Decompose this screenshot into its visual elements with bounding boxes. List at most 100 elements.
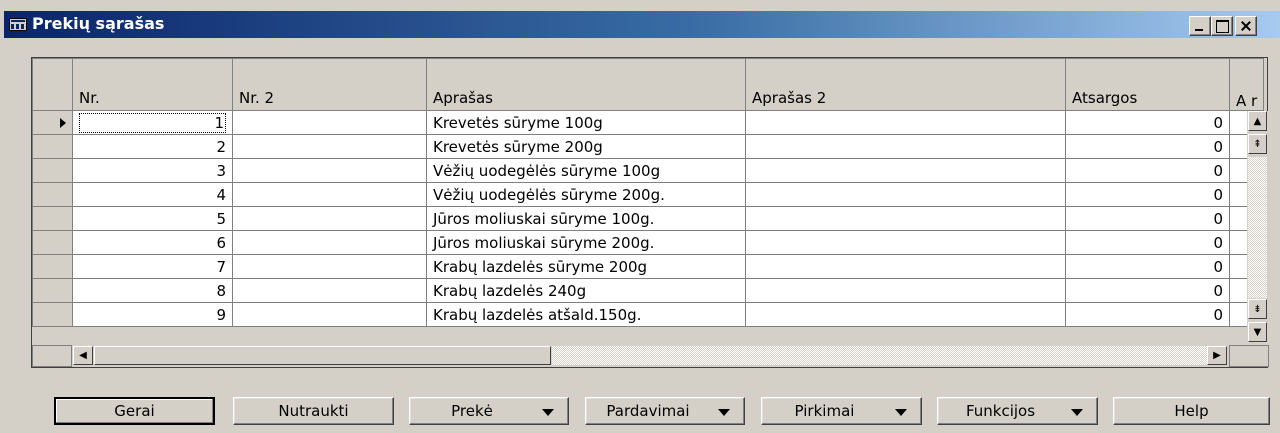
cell-nr[interactable]: 5: [72, 206, 233, 231]
items-grid: Nr. Nr. 2 Aprašas Aprašas 2 Atsargos A r…: [31, 57, 1269, 368]
table-row[interactable]: 9 Krabų lazdelės atšald.150g. 0: [32, 302, 1265, 327]
table-row[interactable]: 5 Jūros moliuskai sūryme 100g. 0: [32, 206, 1265, 231]
row-selector[interactable]: [32, 110, 73, 135]
pardavimai-label: Pardavimai: [606, 402, 690, 420]
pirkimai-label: Pirkimai: [794, 402, 855, 420]
column-header-aprasas2[interactable]: Aprašas 2: [745, 58, 1066, 111]
pirkimai-menu-button[interactable]: Pirkimai: [761, 397, 922, 425]
cell-aprasas2[interactable]: [745, 302, 1066, 327]
triangle-up-icon[interactable]: ▲: [1248, 111, 1267, 131]
caret-down-icon: [1071, 409, 1083, 416]
cell-nr2[interactable]: [232, 206, 427, 231]
horizontal-scroll-thumb[interactable]: [94, 346, 551, 365]
cell-nr[interactable]: 9: [72, 302, 233, 327]
cell-nr2[interactable]: [232, 302, 427, 327]
minimize-button[interactable]: [1189, 16, 1211, 36]
cell-atsargos[interactable]: 0: [1065, 278, 1230, 303]
cell-aprasas2[interactable]: [745, 158, 1066, 183]
header-row: Nr. Nr. 2 Aprašas Aprašas 2 Atsargos A r: [32, 58, 1265, 111]
cell-aprasas2[interactable]: [745, 206, 1066, 231]
caret-down-icon: [718, 409, 730, 416]
caret-down-icon: [542, 409, 554, 416]
triangle-right-icon[interactable]: ▶: [1207, 346, 1227, 365]
cell-nr2[interactable]: [232, 254, 427, 279]
maximize-button[interactable]: [1211, 16, 1233, 36]
row-selector[interactable]: [32, 182, 73, 207]
cell-nr[interactable]: 2: [72, 134, 233, 159]
cell-atsargos[interactable]: 0: [1065, 110, 1230, 135]
column-header-nr2[interactable]: Nr. 2: [232, 58, 427, 111]
grid-window-icon[interactable]: [9, 18, 27, 31]
column-header-aprasas[interactable]: Aprašas: [426, 58, 746, 111]
table-row[interactable]: 1 Krevetės sūryme 100g 0: [32, 110, 1265, 135]
horizontal-scrollbar[interactable]: ◀ ▶: [72, 345, 1229, 367]
double-up-icon[interactable]: ⇞: [1248, 134, 1267, 154]
cell-aprasas[interactable]: Krevetės sūryme 100g: [426, 110, 746, 135]
cell-atsargos[interactable]: 0: [1065, 158, 1230, 183]
help-button[interactable]: Help: [1113, 397, 1270, 425]
table-row[interactable]: 3 Vėžių uodegėlės sūryme 100g 0: [32, 158, 1265, 183]
cell-nr2[interactable]: [232, 230, 427, 255]
cell-aprasas[interactable]: Krabų lazdelės 240g: [426, 278, 746, 303]
row-selector[interactable]: [32, 254, 73, 279]
pardavimai-menu-button[interactable]: Pardavimai: [585, 397, 745, 425]
cell-aprasas2[interactable]: [745, 134, 1066, 159]
triangle-left-icon[interactable]: ◀: [73, 346, 93, 365]
horizontal-scroll-track[interactable]: [552, 346, 1207, 365]
table-row[interactable]: 8 Krabų lazdelės 240g 0: [32, 278, 1265, 303]
cell-atsargos[interactable]: 0: [1065, 302, 1230, 327]
cell-aprasas[interactable]: Vėžių uodegėlės sūryme 200g.: [426, 182, 746, 207]
cell-aprasas2[interactable]: [745, 110, 1066, 135]
row-selector[interactable]: [32, 158, 73, 183]
cell-nr[interactable]: 1: [72, 110, 233, 135]
cell-aprasas[interactable]: Jūros moliuskai sūryme 200g.: [426, 230, 746, 255]
vertical-scrollbar[interactable]: ▲ ⇞ ⇟ ▼: [1247, 111, 1269, 345]
cell-nr[interactable]: 4: [72, 182, 233, 207]
title-bar[interactable]: Prekių sąrašas: [4, 11, 1280, 38]
cell-atsargos[interactable]: 0: [1065, 254, 1230, 279]
cell-aprasas2[interactable]: [745, 182, 1066, 207]
cell-aprasas[interactable]: Krevetės sūryme 200g: [426, 134, 746, 159]
table-row[interactable]: 6 Jūros moliuskai sūryme 200g. 0: [32, 230, 1265, 255]
cell-nr[interactable]: 8: [72, 278, 233, 303]
cell-aprasas[interactable]: Jūros moliuskai sūryme 100g.: [426, 206, 746, 231]
cell-atsargos[interactable]: 0: [1065, 230, 1230, 255]
cell-aprasas[interactable]: Krabų lazdelės atšald.150g.: [426, 302, 746, 327]
cell-nr[interactable]: 6: [72, 230, 233, 255]
cell-aprasas2[interactable]: [745, 278, 1066, 303]
cell-nr[interactable]: 3: [72, 158, 233, 183]
row-selector[interactable]: [32, 134, 73, 159]
preke-menu-button[interactable]: Prekė: [409, 397, 569, 425]
nutraukti-button[interactable]: Nutraukti: [233, 397, 394, 425]
table-row[interactable]: 2 Krevetės sūryme 200g 0: [32, 134, 1265, 159]
cell-aprasas[interactable]: Krabų lazdelės sūryme 200g: [426, 254, 746, 279]
cell-aprasas[interactable]: Vėžių uodegėlės sūryme 100g: [426, 158, 746, 183]
row-selector[interactable]: [32, 302, 73, 327]
gerai-button[interactable]: Gerai: [54, 397, 215, 425]
cell-atsargos[interactable]: 0: [1065, 182, 1230, 207]
cell-aprasas2[interactable]: [745, 254, 1066, 279]
triangle-down-icon[interactable]: ▼: [1248, 322, 1267, 342]
cell-nr2[interactable]: [232, 182, 427, 207]
column-header-atsargos[interactable]: Atsargos: [1065, 58, 1230, 111]
funkcijos-menu-button[interactable]: Funkcijos: [937, 397, 1098, 425]
row-selector[interactable]: [32, 230, 73, 255]
vertical-scroll-track[interactable]: [1248, 157, 1267, 298]
cell-atsargos[interactable]: 0: [1065, 206, 1230, 231]
cell-nr2[interactable]: [232, 158, 427, 183]
cell-nr2[interactable]: [232, 278, 427, 303]
cell-nr2[interactable]: [232, 110, 427, 135]
close-button[interactable]: [1235, 16, 1257, 36]
caret-down-icon: [895, 409, 907, 416]
table-row[interactable]: 4 Vėžių uodegėlės sūryme 200g. 0: [32, 182, 1265, 207]
row-selector[interactable]: [32, 278, 73, 303]
cell-atsargos[interactable]: 0: [1065, 134, 1230, 159]
row-selector[interactable]: [32, 206, 73, 231]
table-row[interactable]: 7 Krabų lazdelės sūryme 200g 0: [32, 254, 1265, 279]
cell-nr[interactable]: 7: [72, 254, 233, 279]
cell-nr2[interactable]: [232, 134, 427, 159]
column-header-truncated[interactable]: A r: [1228, 58, 1265, 111]
column-header-nr[interactable]: Nr.: [72, 58, 233, 111]
cell-aprasas2[interactable]: [745, 230, 1066, 255]
double-down-icon[interactable]: ⇟: [1248, 299, 1267, 319]
